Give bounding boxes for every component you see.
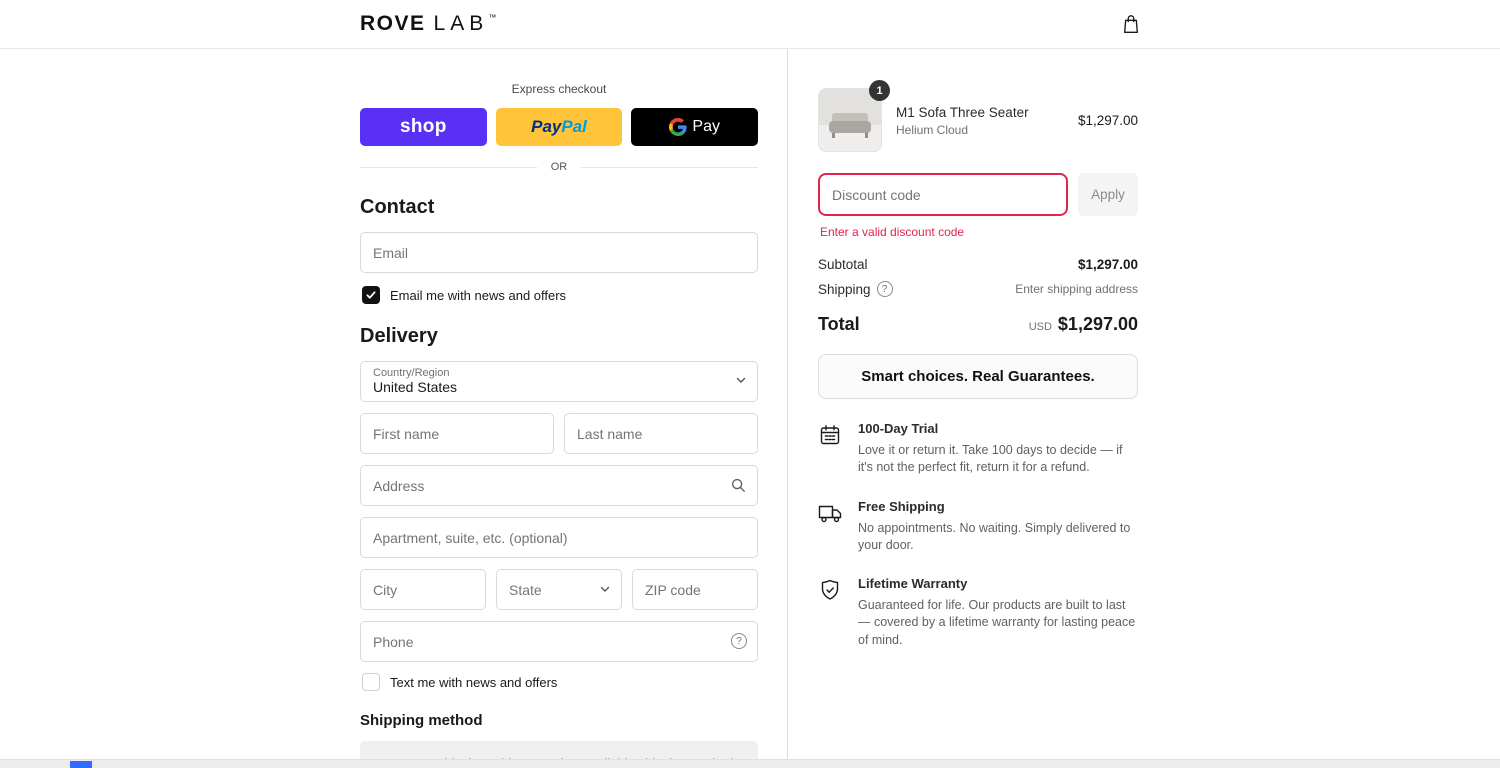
checkbox-unchecked-icon[interactable] <box>362 673 380 691</box>
google-pay-button[interactable]: Pay <box>631 108 759 146</box>
apply-discount-button[interactable]: Apply <box>1078 173 1138 216</box>
feature-title: Free Shipping <box>858 498 945 514</box>
calendar-icon <box>818 421 858 477</box>
express-buttons: shop Pay Pal Pay <box>360 108 759 146</box>
google-g-icon <box>669 118 688 136</box>
address-field[interactable] <box>360 465 758 506</box>
country-select[interactable]: Country/Region United States <box>360 361 758 402</box>
or-divider: OR <box>360 161 758 173</box>
shipping-label: Shipping <box>818 281 871 297</box>
quantity-badge: 1 <box>869 80 890 101</box>
product-price: $1,297.00 <box>1077 112 1138 128</box>
or-divider-label: OR <box>550 161 568 173</box>
contact-section-title: Contact <box>360 196 435 218</box>
feature-description: Guaranteed for life. Our products are bu… <box>858 598 1136 647</box>
discount-error-message: Enter a valid discount code <box>820 225 965 239</box>
scrollbar-thumb[interactable] <box>70 761 92 768</box>
last-name-field[interactable] <box>564 413 758 454</box>
country-select-label: Country/Region <box>373 367 450 379</box>
delivery-section-title: Delivery <box>360 325 438 347</box>
phone-help-icon[interactable]: ? <box>731 633 747 649</box>
chevron-down-icon <box>599 582 611 598</box>
cart-line-item: 1 M1 Sofa Three Seater Helium Cloud $1,2… <box>818 80 1138 152</box>
paypal-logo-pal: Pal <box>561 117 587 136</box>
total-row: Total USD $1,297.00 <box>818 314 1138 335</box>
google-pay-label: Pay <box>692 118 720 135</box>
feature-shipping: Free Shipping No appointments. No waitin… <box>818 499 1138 555</box>
truck-icon <box>818 499 858 555</box>
feature-title: 100-Day Trial <box>858 421 939 436</box>
email-news-checkbox-row[interactable]: Email me with news and offers <box>362 286 758 304</box>
guarantee-banner: Smart choices. Real Guarantees. <box>818 354 1138 399</box>
search-icon <box>729 476 747 499</box>
subtotal-row: Subtotal $1,297.00 <box>818 257 1138 272</box>
paypal-logo-pay: Pay <box>531 117 562 136</box>
paypal-button[interactable]: Pay Pal <box>495 108 623 146</box>
email-field[interactable] <box>360 232 758 273</box>
brand-wordmark-sub: LAB <box>433 12 489 35</box>
feature-trial: 100-Day Trial Love it or return it. Take… <box>818 421 1138 477</box>
phone-field[interactable] <box>360 621 758 662</box>
checkbox-checked-icon[interactable] <box>362 286 380 304</box>
city-field[interactable] <box>360 569 486 610</box>
checkout-form-pane: Express checkout shop Pay Pal Pay OR Con… <box>0 49 788 768</box>
feature-title: Lifetime Warranty <box>858 576 968 591</box>
checkout-header: ROVE LAB ™ <box>0 0 1500 49</box>
shop-pay-button[interactable]: shop <box>360 108 487 146</box>
feature-warranty: Lifetime Warranty Guaranteed for life. O… <box>818 576 1138 649</box>
email-news-checkbox-label: Email me with news and offers <box>390 287 567 303</box>
state-select-value: State <box>509 581 542 598</box>
brand-logo[interactable]: ROVE LAB ™ <box>360 12 496 36</box>
subtotal-value: $1,297.00 <box>1077 257 1138 272</box>
sms-news-checkbox-row[interactable]: Text me with news and offers <box>362 673 758 691</box>
shipping-row: Shipping ? Enter shipping address <box>818 281 1138 297</box>
checkout-main: Express checkout shop Pay Pal Pay OR Con… <box>0 49 1500 768</box>
chevron-down-icon <box>735 373 747 391</box>
apartment-field[interactable] <box>360 517 758 558</box>
shop-pay-logo: shop <box>400 116 447 137</box>
total-value: $1,297.00 <box>1057 314 1138 334</box>
discount-code-row: Apply <box>818 173 1138 216</box>
feature-description: No appointments. No waiting. Simply deli… <box>858 520 1131 552</box>
cart-bag-icon[interactable] <box>1120 13 1142 40</box>
shipping-help-icon[interactable]: ? <box>876 281 893 297</box>
brand-wordmark-main: ROVE <box>360 12 426 35</box>
horizontal-scrollbar[interactable] <box>0 759 1500 768</box>
product-variant: Helium Cloud <box>896 122 969 137</box>
shield-icon <box>818 576 858 649</box>
brand-trademark: ™ <box>488 13 497 22</box>
subtotal-label: Subtotal <box>818 257 868 272</box>
shipping-method-title: Shipping method <box>360 712 483 729</box>
discount-code-input[interactable] <box>818 173 1068 216</box>
country-select-value: United States <box>373 379 458 395</box>
order-summary-pane: 1 M1 Sofa Three Seater Helium Cloud $1,2… <box>788 49 1500 768</box>
feature-description: Love it or return it. Take 100 days to d… <box>858 443 1123 475</box>
zip-code-field[interactable] <box>632 569 758 610</box>
first-name-field[interactable] <box>360 413 554 454</box>
shipping-value: Enter shipping address <box>1015 282 1138 296</box>
state-select[interactable]: State <box>496 569 622 610</box>
product-name: M1 Sofa Three Seater <box>896 104 1029 120</box>
sms-news-checkbox-label: Text me with news and offers <box>390 674 558 690</box>
express-checkout-label: Express checkout <box>511 82 607 96</box>
currency-code: USD <box>1028 321 1052 333</box>
total-label: Total <box>818 314 860 334</box>
